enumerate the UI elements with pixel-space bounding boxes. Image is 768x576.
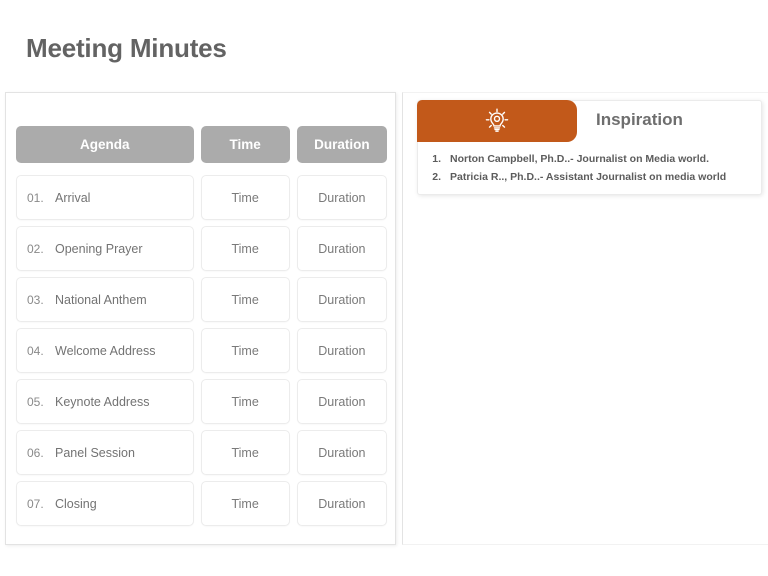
row-number: 07. [27, 496, 44, 511]
duration-cell[interactable]: Duration [296, 175, 387, 220]
agenda-table: Agenda Time Duration 01. Arrival Time Du… [16, 126, 387, 532]
table-row: 01. Arrival Time Duration [16, 175, 387, 220]
row-number: 05. [27, 394, 44, 409]
row-label: Keynote Address [55, 394, 150, 409]
list-item: 1. Norton Campbell, Ph.D..- Journalist o… [426, 150, 755, 168]
page-title: Meeting Minutes [26, 33, 227, 63]
time-cell[interactable]: Time [200, 277, 290, 322]
duration-cell[interactable]: Duration [296, 379, 387, 424]
duration-cell[interactable]: Duration [296, 226, 387, 271]
duration-cell[interactable]: Duration [296, 277, 387, 322]
row-label: Welcome Address [55, 343, 156, 358]
column-header-duration[interactable]: Duration [296, 126, 387, 163]
row-label: Arrival [55, 190, 91, 205]
agenda-cell[interactable]: 05. Keynote Address [16, 379, 194, 424]
duration-cell[interactable]: Duration [296, 481, 387, 526]
list-item: 2. Patricia R.., Ph.D..- Assistant Journ… [426, 168, 755, 186]
table-row: 02. Opening Prayer Time Duration [16, 226, 387, 271]
row-number: 06. [27, 445, 44, 460]
agenda-cell[interactable]: 02. Opening Prayer [16, 226, 194, 271]
row-number: 03. [27, 292, 44, 307]
table-row: 04. Welcome Address Time Duration [16, 328, 387, 373]
duration-cell[interactable]: Duration [296, 430, 387, 475]
row-number: 01. [27, 190, 44, 205]
duration-cell[interactable]: Duration [296, 328, 387, 373]
inspiration-card-header [417, 100, 577, 142]
list-item-text: Patricia R.., Ph.D..- Assistant Journali… [450, 171, 727, 183]
inspiration-panel: Inspiration 1. Norton Campbell, Ph.D..- … [402, 92, 768, 545]
row-label: Panel Session [55, 445, 135, 460]
list-item-text: Norton Campbell, Ph.D..- Journalist on M… [450, 153, 710, 165]
time-cell[interactable]: Time [200, 379, 290, 424]
inspiration-card: Inspiration 1. Norton Campbell, Ph.D..- … [417, 100, 762, 195]
agenda-cell[interactable]: 04. Welcome Address [16, 328, 194, 373]
agenda-cell[interactable]: 07. Closing [16, 481, 194, 526]
column-header-time[interactable]: Time [200, 126, 290, 163]
list-item-number: 1. [432, 153, 441, 165]
row-label: National Anthem [55, 292, 147, 307]
agenda-header-row: Agenda Time Duration [16, 126, 387, 163]
agenda-cell[interactable]: 01. Arrival [16, 175, 194, 220]
row-label: Closing [55, 496, 97, 511]
inspiration-title: Inspiration [596, 110, 683, 129]
agenda-cell[interactable]: 06. Panel Session [16, 430, 194, 475]
row-label: Opening Prayer [55, 241, 143, 256]
row-number: 04. [27, 343, 44, 358]
column-header-agenda[interactable]: Agenda [16, 126, 194, 163]
inspiration-list: 1. Norton Campbell, Ph.D..- Journalist o… [426, 150, 755, 186]
time-cell[interactable]: Time [200, 226, 290, 271]
row-number: 02. [27, 241, 44, 256]
time-cell[interactable]: Time [200, 430, 290, 475]
table-row: 03. National Anthem Time Duration [16, 277, 387, 322]
time-cell[interactable]: Time [200, 175, 290, 220]
table-row: 05. Keynote Address Time Duration [16, 379, 387, 424]
lightbulb-icon [484, 108, 510, 134]
time-cell[interactable]: Time [200, 328, 290, 373]
table-row: 07. Closing Time Duration [16, 481, 387, 526]
agenda-cell[interactable]: 03. National Anthem [16, 277, 194, 322]
agenda-panel: Agenda Time Duration 01. Arrival Time Du… [5, 92, 396, 545]
time-cell[interactable]: Time [200, 481, 290, 526]
list-item-number: 2. [432, 171, 441, 183]
table-row: 06. Panel Session Time Duration [16, 430, 387, 475]
